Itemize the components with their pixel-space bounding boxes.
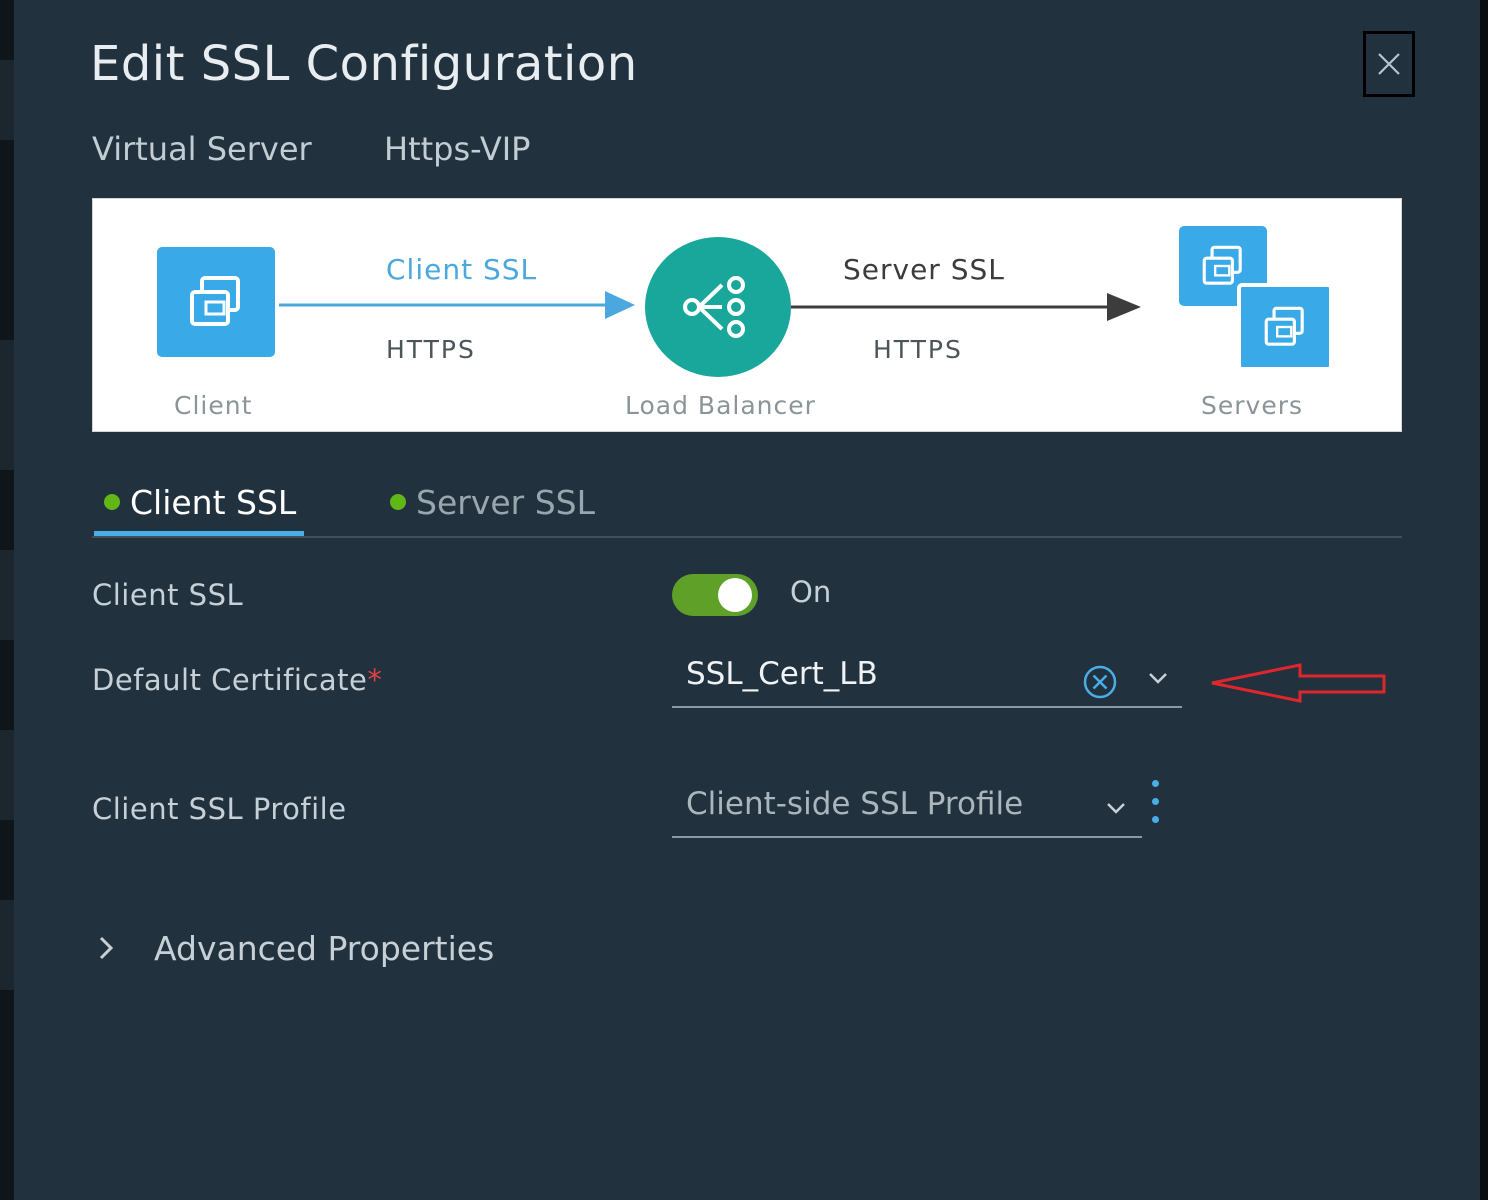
- close-button[interactable]: [1363, 31, 1415, 97]
- toggle-knob: [718, 578, 752, 612]
- tab-label: Client SSL: [130, 482, 297, 522]
- load-balancer-node: [645, 237, 791, 377]
- object-name: Https-VIP: [384, 130, 531, 168]
- client-ssl-label: Client SSL: [92, 578, 244, 612]
- close-icon: [1378, 53, 1400, 75]
- client-ssl-arrow: [279, 291, 635, 319]
- server-protocol: HTTPS: [873, 335, 963, 364]
- tab-server-ssl[interactable]: Server SSL: [390, 470, 595, 534]
- background-panel: [0, 60, 14, 140]
- background-panel: [0, 550, 14, 640]
- server-ssl-arrow: [791, 293, 1141, 321]
- client-ssl-toggle[interactable]: [672, 574, 758, 616]
- chevron-right-icon: [99, 936, 114, 960]
- default-certificate-text: Default Certificate: [92, 663, 368, 697]
- server-node: [1237, 283, 1333, 371]
- load-balancer-icon: [683, 276, 745, 338]
- status-dot-icon: [104, 494, 120, 510]
- advanced-properties-label: Advanced Properties: [154, 928, 495, 968]
- servers-label: Servers: [1201, 391, 1304, 420]
- chevron-down-icon[interactable]: [1104, 798, 1128, 818]
- more-options-icon[interactable]: [1148, 780, 1162, 828]
- chevron-down-icon[interactable]: [1146, 668, 1170, 688]
- background-panel: [0, 340, 14, 470]
- client-node: [157, 247, 275, 357]
- vm-stack-icon: [190, 276, 240, 326]
- annotation-arrow-icon: [1211, 663, 1386, 703]
- vm-stack-icon: [1264, 306, 1304, 346]
- load-balancer-label: Load Balancer: [625, 391, 816, 420]
- client-ssl-profile-placeholder: Client-side SSL Profile: [686, 786, 1024, 822]
- ssl-topology-diagram: Client Client SSL HTTPS Load Balancer Se…: [92, 198, 1402, 432]
- default-certificate-label: Default Certificate*: [92, 663, 382, 697]
- client-label: Client: [174, 391, 253, 420]
- toggle-state: On: [790, 575, 832, 609]
- client-ssl-profile-select[interactable]: Client-side SSL Profile: [672, 786, 1142, 838]
- dialog-title: Edit SSL Configuration: [90, 36, 638, 92]
- required-marker: *: [367, 663, 383, 697]
- advanced-properties-toggle[interactable]: Advanced Properties: [96, 920, 494, 976]
- background-panel: [0, 900, 14, 990]
- client-ssl-label: Client SSL: [386, 253, 538, 286]
- default-certificate-value: SSL_Cert_LB: [686, 656, 878, 692]
- default-certificate-select[interactable]: SSL_Cert_LB: [672, 656, 1182, 708]
- background-panel: [0, 730, 14, 820]
- status-dot-icon: [390, 494, 406, 510]
- edit-ssl-dialog: Edit SSL Configuration Virtual Server Ht…: [14, 0, 1480, 1200]
- object-type-label: Virtual Server: [92, 130, 312, 168]
- client-protocol: HTTPS: [386, 335, 476, 364]
- tab-client-ssl[interactable]: Client SSL: [94, 470, 305, 536]
- tab-label: Server SSL: [416, 482, 595, 522]
- clear-icon[interactable]: [1082, 664, 1118, 700]
- server-ssl-label: Server SSL: [843, 253, 1005, 286]
- ssl-tabs: Client SSL Server SSL: [92, 470, 1402, 538]
- client-ssl-profile-label: Client SSL Profile: [92, 792, 347, 826]
